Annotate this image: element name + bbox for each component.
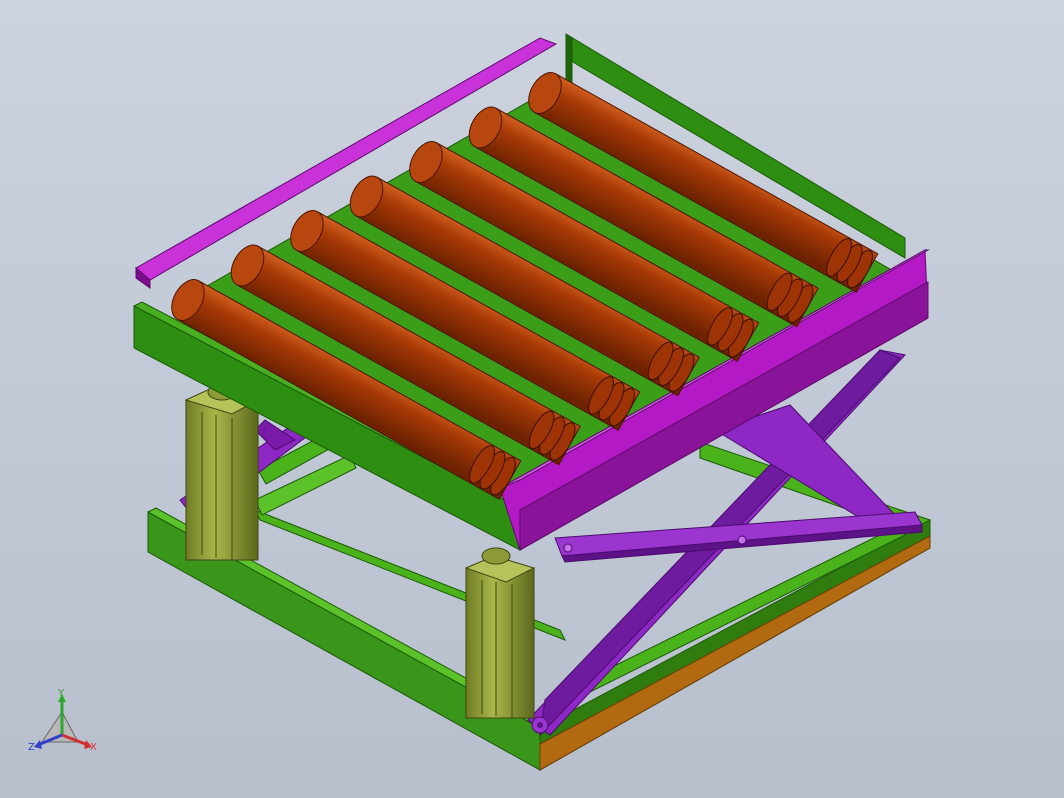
scissor-lift-roller-conveyor-model[interactable]: Y X Z	[0, 0, 1064, 798]
orientation-triad[interactable]: Y X Z	[28, 688, 97, 753]
lift-cylinder-right	[464, 547, 536, 719]
triad-y-label: Y	[57, 688, 65, 699]
lift-cylinder-left	[184, 383, 260, 561]
triad-z-label: Z	[28, 742, 35, 753]
triad-x-label: X	[90, 742, 97, 753]
z-axis-head	[34, 740, 42, 749]
cad-3d-viewport[interactable]: Y X Z	[0, 0, 1064, 798]
